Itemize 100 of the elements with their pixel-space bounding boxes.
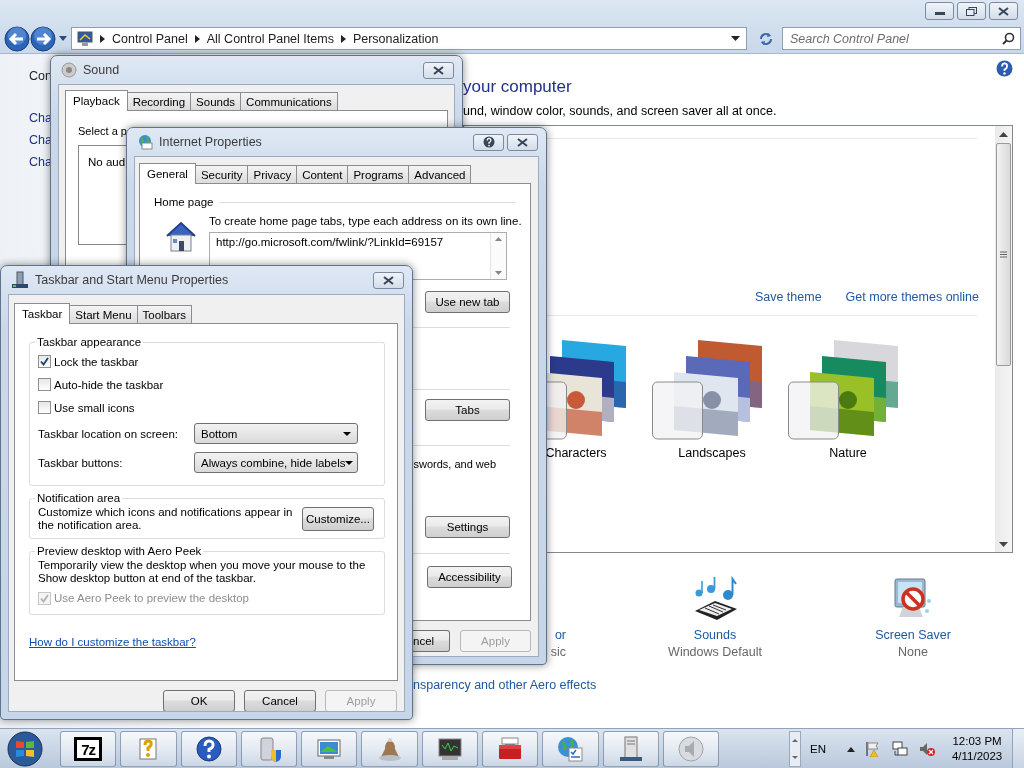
tab[interactable]: Toolbars	[136, 305, 192, 323]
chevron-icon	[340, 34, 346, 43]
speaker-icon[interactable]	[918, 741, 937, 757]
tab[interactable]: Advanced	[408, 165, 472, 183]
instruction-text: Select a p	[78, 125, 127, 137]
link[interactable]: Get more themes online	[845, 290, 979, 304]
group-title: Home page	[154, 196, 214, 208]
theme-name: Nature	[829, 446, 867, 460]
checkbox-label[interactable]: Lock the taskbar	[54, 355, 139, 368]
show-hidden-icons-arrow-icon[interactable]	[847, 746, 856, 752]
close-button[interactable]	[373, 271, 404, 289]
tab[interactable]: Security	[194, 165, 249, 183]
up-arrow-icon[interactable]	[999, 132, 1008, 137]
network-icon[interactable]	[891, 741, 910, 757]
checkbox-label[interactable]: Auto-hide the taskbar	[54, 378, 164, 391]
maximize-button[interactable]	[957, 2, 986, 20]
close-button[interactable]	[423, 61, 454, 79]
down-arrow-icon[interactable]	[999, 542, 1008, 547]
help-link[interactable]: How do I customize the taskbar?	[29, 636, 196, 648]
close-button[interactable]	[989, 2, 1018, 20]
button[interactable]: Use new tab	[425, 291, 510, 313]
taskbar-button[interactable]: 7z	[60, 731, 117, 767]
search-icon	[1002, 32, 1015, 45]
close-icon	[433, 65, 444, 75]
button[interactable]: Cancel	[244, 690, 316, 711]
chevron-icon	[100, 34, 105, 43]
back-button[interactable]	[4, 25, 30, 52]
clock[interactable]: 12:03 PM 4/11/2023	[951, 734, 1004, 764]
field-label: Taskbar location on screen:	[38, 427, 179, 440]
globe-icon	[137, 134, 153, 150]
link[interactable]: nsparency and other Aero effects	[413, 678, 597, 692]
address-bar[interactable]: Control Panel All Control Panel Items Personalization	[71, 27, 747, 50]
setting-value: Windows Default	[668, 645, 762, 659]
dropdown[interactable]: Always combine, hide labels	[194, 452, 358, 473]
caret-icon	[343, 431, 351, 436]
start-button[interactable]	[5, 730, 45, 768]
description-text: Customize which icons and notifications appear in the notification area.	[38, 506, 294, 532]
forward-button[interactable]	[30, 25, 56, 52]
language-indicator[interactable]: EN	[810, 743, 827, 755]
tab[interactable]: General	[139, 163, 196, 184]
taskbar-button[interactable]	[180, 731, 237, 767]
group-title: Taskbar appearance	[36, 336, 143, 348]
taskbar-button[interactable]	[421, 731, 478, 767]
tab[interactable]: Start Menu	[69, 305, 138, 323]
breadcrumb-link[interactable]: Personalization	[352, 31, 439, 46]
description-text: swords, and web	[413, 458, 496, 470]
dropdown-arrow-icon[interactable]	[731, 36, 740, 41]
tab[interactable]: Taskbar	[14, 303, 71, 324]
description-text: Temporarily view the desktop when you move your mouse to the Show desktop button at end of the taskbar.	[38, 559, 367, 585]
tab[interactable]: Playback	[65, 90, 128, 111]
taskbar-icon	[11, 271, 29, 289]
checkbox[interactable]	[38, 355, 51, 368]
help-icon	[194, 735, 223, 763]
speaker-icon	[61, 62, 77, 78]
breadcrumb-link[interactable]: Control Panel	[112, 31, 188, 46]
field-label: Taskbar buttons:	[38, 456, 124, 469]
search-field[interactable]: Search Control Panel	[782, 27, 1021, 50]
checkbox[interactable]	[38, 401, 51, 414]
setting-link[interactable]: Screen Saver	[875, 628, 951, 642]
app-logo: 7z	[74, 737, 103, 761]
button[interactable]: Accessibility	[427, 566, 512, 588]
window-title: Internet Properties	[159, 135, 263, 149]
tab[interactable]: Recording	[126, 92, 192, 110]
taskbar-button[interactable]	[602, 731, 659, 767]
restore-icon	[966, 6, 977, 16]
page-heading: your computer	[463, 77, 573, 97]
help-icon	[482, 136, 495, 148]
tab[interactable]: Content	[296, 165, 349, 183]
button[interactable]: Settings	[425, 516, 510, 538]
help-button[interactable]	[473, 133, 504, 151]
tab[interactable]: Communications	[240, 92, 338, 110]
close-button[interactable]	[507, 133, 538, 151]
setting-link[interactable]: or	[554, 628, 566, 642]
refresh-icon[interactable]	[759, 31, 773, 46]
scroll-thumb[interactable]	[996, 143, 1011, 366]
taskbar-button[interactable]	[481, 731, 539, 767]
window-title: Sound	[83, 63, 121, 77]
button[interactable]: Tabs	[425, 399, 510, 421]
checkbox[interactable]	[38, 378, 51, 391]
button[interactable]: OK	[163, 690, 235, 711]
page-description: und, window color, sounds, and screen saver all at once.	[463, 104, 778, 118]
button[interactable]: Customize...	[302, 507, 374, 531]
scroll-buttons[interactable]	[789, 731, 802, 767]
link[interactable]: Save theme	[754, 290, 822, 304]
computer-icon	[77, 30, 93, 47]
button[interactable]: ncel	[412, 630, 450, 652]
checkbox-label[interactable]: Use small icons	[54, 401, 135, 414]
down-arrow-icon	[792, 756, 799, 759]
minimize-button[interactable]	[925, 2, 954, 20]
globe-icon	[556, 735, 585, 763]
scrollbar[interactable]	[995, 126, 1012, 552]
breadcrumb-link[interactable]: All Control Panel Items	[206, 31, 334, 46]
tab[interactable]: Programs	[347, 165, 410, 183]
setting-link[interactable]: Sounds	[693, 628, 737, 642]
dropdown[interactable]: Bottom	[194, 423, 358, 444]
theme-name: Characters	[545, 446, 607, 460]
history-dropdown-icon[interactable]	[59, 36, 67, 41]
tab[interactable]: Sounds	[190, 92, 242, 110]
tab[interactable]: Privacy	[247, 165, 298, 183]
terminal-icon	[435, 735, 464, 763]
